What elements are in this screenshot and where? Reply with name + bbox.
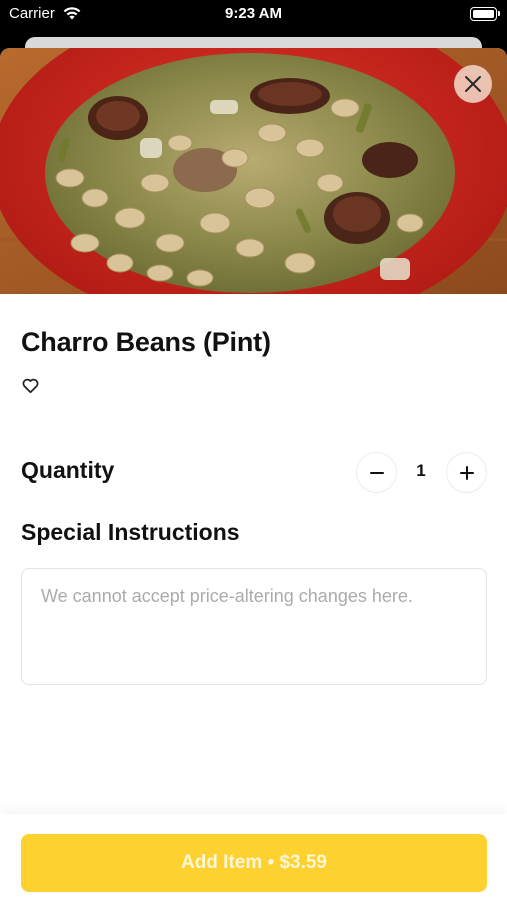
item-title: Charro Beans (Pint) [21, 327, 271, 357]
decrement-quantity-button[interactable] [356, 452, 397, 493]
quantity-label: Quantity [21, 457, 115, 483]
item-image [0, 48, 507, 294]
add-item-button[interactable]: Add Item • $3.59 [21, 834, 487, 892]
close-button[interactable] [454, 65, 492, 103]
footer-bar: Add Item • $3.59 [0, 814, 507, 900]
battery-icon [470, 7, 500, 21]
heart-outline-icon[interactable] [21, 376, 40, 395]
special-instructions-label: Special Instructions [21, 519, 240, 545]
close-icon [465, 76, 481, 92]
increment-quantity-button[interactable] [446, 452, 487, 493]
quantity-value: 1 [416, 461, 426, 480]
item-detail-sheet: Charro Beans (Pint) Quantity 1 Special I… [0, 48, 507, 900]
plus-icon [459, 465, 474, 480]
status-bar: Carrier 9:23 AM [0, 0, 507, 30]
special-instructions-input[interactable] [21, 568, 487, 685]
minus-icon [369, 471, 384, 474]
status-time: 9:23 AM [225, 5, 282, 22]
charro-beans-photo [0, 48, 507, 294]
